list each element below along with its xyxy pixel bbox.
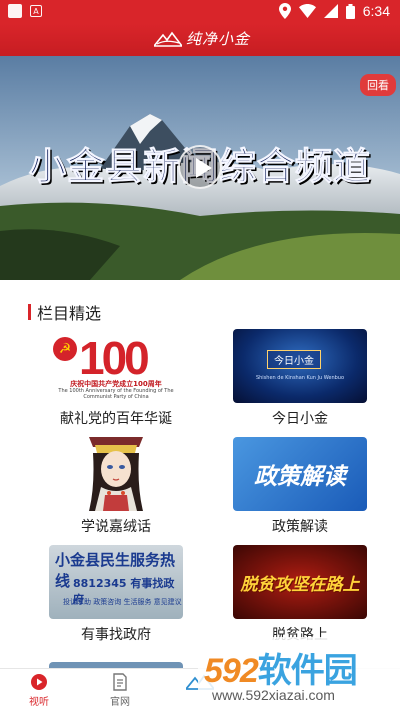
program-label: 今日小金 [272, 411, 328, 427]
tibetan-girl-illustration [89, 437, 143, 511]
program-thumbnail: 小金县民生服务热线 8812345 有事找政府 投诉求助 政策咨询 生活服务 意… [49, 545, 183, 619]
battery-icon [345, 3, 355, 19]
logo-text: 纯净小金 [186, 30, 251, 48]
program-card-jiarong-language[interactable]: 学说嘉绒话 [49, 437, 183, 536]
section-header: 栏目精选 [28, 300, 101, 324]
status-time: 6:34 [362, 3, 390, 19]
tab-label: 视听 [29, 697, 49, 708]
thumbnail-subtitle: Shishen de Kinshan Kun Ju Wenbuo [255, 375, 345, 381]
thumbnail-text: 政策解读 [254, 464, 346, 490]
play-circle-icon [31, 674, 47, 690]
app-header: 纯净小金 [0, 24, 400, 56]
document-icon [113, 673, 127, 691]
watermark-brand-text: 软件园 [257, 652, 358, 690]
program-thumbnail: 脱贫攻坚在路上 [233, 545, 367, 619]
wifi-icon [298, 4, 316, 18]
section-accent-bar [28, 304, 31, 320]
play-button[interactable] [178, 145, 222, 189]
section-title: 栏目精选 [37, 304, 102, 323]
program-card-party-anniversary[interactable]: ☭ 100 庆祝中国共产党成立100周年 The 100th Anniversa… [49, 329, 183, 428]
signal-icon [323, 4, 338, 18]
tab-official-site[interactable]: 官网 [90, 673, 150, 708]
program-label: 有事找政府 [81, 627, 151, 643]
status-bar: A 6:34 [0, 0, 400, 24]
program-label: 政策解读 [272, 519, 328, 535]
program-card-ask-government[interactable]: 小金县民生服务热线 8812345 有事找政府 投诉求助 政策咨询 生活服务 意… [49, 545, 183, 644]
a-square-icon: A [30, 5, 42, 17]
play-icon [196, 158, 212, 178]
program-thumbnail [49, 437, 183, 511]
site-watermark: 592软件园 www.592xiazai.com [198, 637, 400, 711]
tab-label: 官网 [110, 697, 130, 708]
status-bar-right: 6:34 [278, 3, 390, 19]
program-card-poverty-alleviation[interactable]: 脱贫攻坚在路上 脱贫路上 [233, 545, 367, 644]
app-logo: 纯净小金 [154, 28, 250, 49]
video-player[interactable]: 回看 小金县新闻综合频道 [0, 56, 400, 280]
program-thumbnail: ☭ 100 庆祝中国共产党成立100周年 The 100th Anniversa… [49, 329, 183, 403]
notification-square-icon [8, 4, 22, 18]
program-label: 献礼党的百年华诞 [60, 411, 172, 427]
watermark-brand-number: 592 [204, 652, 259, 690]
thumbnail-caption-en: The 100th Anniversary of the Founding of… [58, 388, 174, 400]
replay-button[interactable]: 回看 [360, 74, 396, 96]
thumbnail-hotline-services: 投诉求助 政策咨询 生活服务 意见建议 [63, 598, 182, 606]
location-icon [278, 3, 291, 19]
program-thumbnail: 政策解读 [233, 437, 367, 511]
mountain-logo-icon [154, 31, 182, 47]
watermark-logo: 592软件园 [204, 643, 358, 692]
program-card-today-xiaojin[interactable]: 今日小金 Shishen de Kinshan Kun Ju Wenbuo 今日… [233, 329, 367, 428]
thumbnail-tag: 今日小金 [267, 350, 321, 369]
program-thumbnail: 今日小金 Shishen de Kinshan Kun Ju Wenbuo [233, 329, 367, 403]
anniversary-number: 100 [79, 332, 150, 384]
watermark-url: www.592xiazai.com [212, 687, 335, 703]
tab-audiovisual[interactable]: 视听 [9, 673, 69, 708]
status-bar-left: A [8, 4, 42, 18]
thumbnail-text: 脱贫攻坚在路上 [240, 575, 360, 595]
program-label: 学说嘉绒话 [81, 519, 151, 535]
party-emblem-icon: ☭ [53, 337, 77, 361]
program-card-policy-interpretation[interactable]: 政策解读 政策解读 [233, 437, 367, 536]
